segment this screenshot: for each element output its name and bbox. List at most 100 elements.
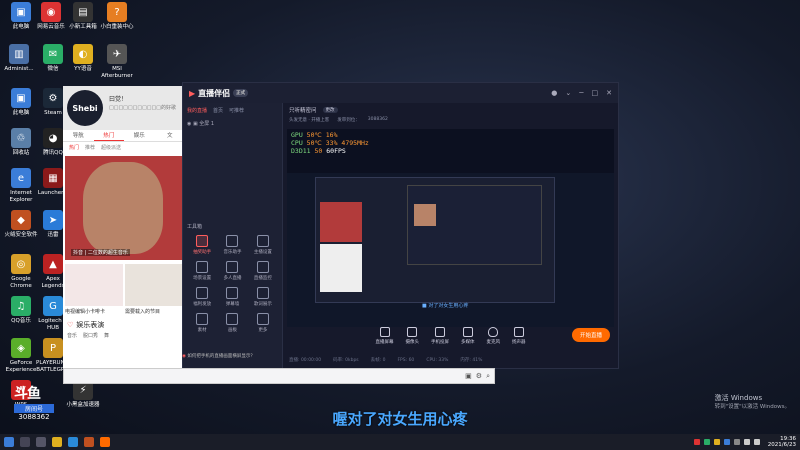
desktop-icon[interactable]: ♫ QQ音乐	[4, 296, 38, 325]
status-item: FPS: 60	[397, 357, 415, 363]
stream-app-taskbar-icon[interactable]	[100, 437, 110, 447]
captured-desktop: ■ 对了对女生用心疼	[287, 173, 614, 327]
desktop-icon[interactable]: ◆ 火绒安全软件	[4, 210, 38, 239]
tray-icon[interactable]	[713, 439, 720, 445]
cpu-temp: 50	[306, 139, 315, 147]
desktop-icon-label: MSI Afterburner	[101, 66, 133, 79]
activate-sub: 转到"设置"以激活 Windows。	[714, 404, 790, 410]
tool-button[interactable]: 素材	[187, 313, 217, 333]
tool-icon	[196, 261, 209, 273]
settings-icon[interactable]: ⚙	[476, 372, 482, 380]
video-thumb[interactable]: 电视编辑小卡啡卡	[65, 264, 123, 315]
activate-windows-watermark: 激活 Windows 转到"设置"以激活 Windows。	[715, 394, 790, 412]
desktop-icon-label: 网易云音乐	[37, 24, 65, 30]
app-taskbar-icon[interactable]	[84, 437, 94, 447]
avatar[interactable]: Shebi	[67, 90, 103, 126]
tool-label: 直播监控	[253, 276, 272, 281]
status-item: 内存: 41%	[460, 358, 483, 363]
minimize-icon[interactable]: ─	[579, 89, 583, 97]
tool-button[interactable]: 歌词展示	[248, 287, 278, 307]
tool-button[interactable]: 直播监控	[248, 261, 278, 281]
volume-icon[interactable]	[753, 439, 760, 445]
tag-music[interactable]: 音乐	[67, 332, 77, 339]
microphone-button[interactable]: 麦克风	[487, 327, 500, 345]
desktop-icon[interactable]: ▣ 此电脑	[4, 2, 38, 31]
tool-button[interactable]: 画板	[217, 313, 247, 333]
tab-recommend[interactable]: 可推荐	[229, 107, 244, 114]
tool-button[interactable]: 场景设置	[187, 261, 217, 281]
tab-entertainment[interactable]: 娱乐	[124, 130, 155, 141]
desktop-icon[interactable]: ⚡ 小黑盒加速器	[66, 380, 100, 409]
start-icon[interactable]	[4, 437, 14, 447]
tag-dance[interactable]: 舞	[104, 332, 109, 339]
tool-button[interactable]: 音乐助手	[217, 235, 247, 255]
edge-icon[interactable]	[68, 437, 78, 447]
tool-button[interactable]: 福利发放	[187, 287, 217, 307]
maximize-icon[interactable]: □	[592, 89, 599, 97]
tool-button[interactable]: 弹幕墙	[217, 287, 247, 307]
tab-hot[interactable]: 热门	[93, 130, 124, 141]
tool-button[interactable]: 主播设置	[248, 235, 278, 255]
desktop-icon[interactable]: ▥ Administ...	[2, 44, 36, 73]
close-icon[interactable]: ✕	[606, 89, 612, 97]
scene-item[interactable]: ◉ ▣ 全屏 1	[183, 118, 282, 129]
desktop-icon[interactable]: ▤ 小新工具箱	[66, 2, 100, 31]
user-avatar-icon[interactable]: ●	[551, 89, 557, 97]
desktop-icon[interactable]: ◐ YY语音	[66, 44, 100, 73]
tab-my-live[interactable]: 我的直播	[187, 107, 207, 114]
phone-cast-button[interactable]: 手机投屏	[431, 327, 449, 345]
stream-preview[interactable]: GPU 50℃ 16% CPU 50℃ 33% 4795MHz D3D11 50…	[287, 129, 614, 327]
task-view-icon[interactable]	[36, 437, 46, 447]
video-thumb[interactable]: 需要载入的节目	[125, 264, 183, 315]
desktop-icon[interactable]: ✈ MSI Afterburner	[100, 44, 134, 80]
app-icon: ▣	[11, 88, 31, 108]
chevron-down-icon[interactable]: ⌄	[565, 89, 571, 97]
file-explorer-icon[interactable]	[52, 437, 62, 447]
subtab-recommend[interactable]: 推荐	[85, 144, 95, 151]
tool-icon	[226, 287, 239, 299]
d3d-label: D3D11	[291, 147, 311, 155]
desktop-icon[interactable]: ◎ Google Chrome	[4, 254, 38, 290]
stream-left-panel: 我的直播 首页 可推荐 ◉ ▣ 全屏 1 工具箱 抽奖助手 音乐助手 主播设置 场景设…	[183, 103, 283, 368]
tab-nav[interactable]: 导航	[63, 130, 94, 141]
screen-share-button[interactable]: 直播屏幕	[376, 327, 394, 345]
tool-button[interactable]: 多人直播	[217, 261, 247, 281]
media-button[interactable]: 多媒体	[461, 327, 475, 345]
desktop-icon[interactable]: e Internet Explorer	[4, 168, 38, 204]
app-icon: G	[43, 296, 63, 316]
start-live-button[interactable]: 开始直播	[571, 328, 610, 342]
tray-icon[interactable]	[733, 439, 740, 445]
camera-button[interactable]: 摄像头	[406, 327, 419, 345]
desktop-icon[interactable]: ◈ GeForce Experience	[4, 338, 38, 374]
desktop-icon[interactable]: ? 小白重装中心	[100, 2, 134, 31]
tray-icon[interactable]	[703, 439, 710, 445]
cpu-mhz: 4795	[341, 139, 358, 147]
toolbox-grid: 抽奖助手 音乐助手 主播设置场景设置 多人直播 直播监控福利发放 弹幕墙 歌词展示素材 画板 更…	[187, 235, 278, 333]
desktop-icon[interactable]: ▣ 此电脑	[4, 88, 38, 117]
tray-icon[interactable]	[693, 439, 700, 445]
desktop-icon[interactable]: ✉ 微信	[36, 44, 70, 73]
search-icon[interactable]: ⌕	[486, 372, 490, 381]
tray-icon[interactable]	[723, 439, 730, 445]
tool-icon	[226, 313, 239, 325]
status-item: 直播: 00:00:00	[289, 358, 322, 363]
chat-input-bar[interactable]: ▣ ⚙ ⌕	[63, 368, 495, 384]
tool-button[interactable]: 抽奖助手	[187, 235, 217, 255]
subtab-hot[interactable]: 热门	[69, 144, 79, 151]
desktop-icon[interactable]: ♲ 回收站	[4, 128, 38, 157]
edit-title-button[interactable]: 更改	[322, 107, 338, 113]
tab-more[interactable]: 文	[155, 130, 186, 141]
desktop-icon[interactable]: ◉ 网易云音乐	[34, 2, 68, 31]
tool-button[interactable]: 更多	[248, 313, 278, 333]
hero-video-thumbnail[interactable]: 抖音 | 二位数的超生音乐	[65, 156, 183, 260]
clock[interactable]: 19:36 2021/6/23	[768, 436, 796, 448]
activate-title: 激活 Windows	[714, 394, 763, 402]
speaker-button[interactable]: 扬声器	[512, 327, 526, 345]
profile-name: 曰觉！	[109, 96, 128, 103]
tab-home[interactable]: 首页	[213, 107, 223, 114]
tag-talkshow[interactable]: 脱口秀	[83, 332, 98, 339]
search-icon[interactable]	[20, 437, 30, 447]
subtab-delivery[interactable]: 超级派送	[101, 144, 121, 151]
network-icon[interactable]	[743, 439, 750, 445]
video-icon[interactable]: ▣	[465, 372, 472, 380]
